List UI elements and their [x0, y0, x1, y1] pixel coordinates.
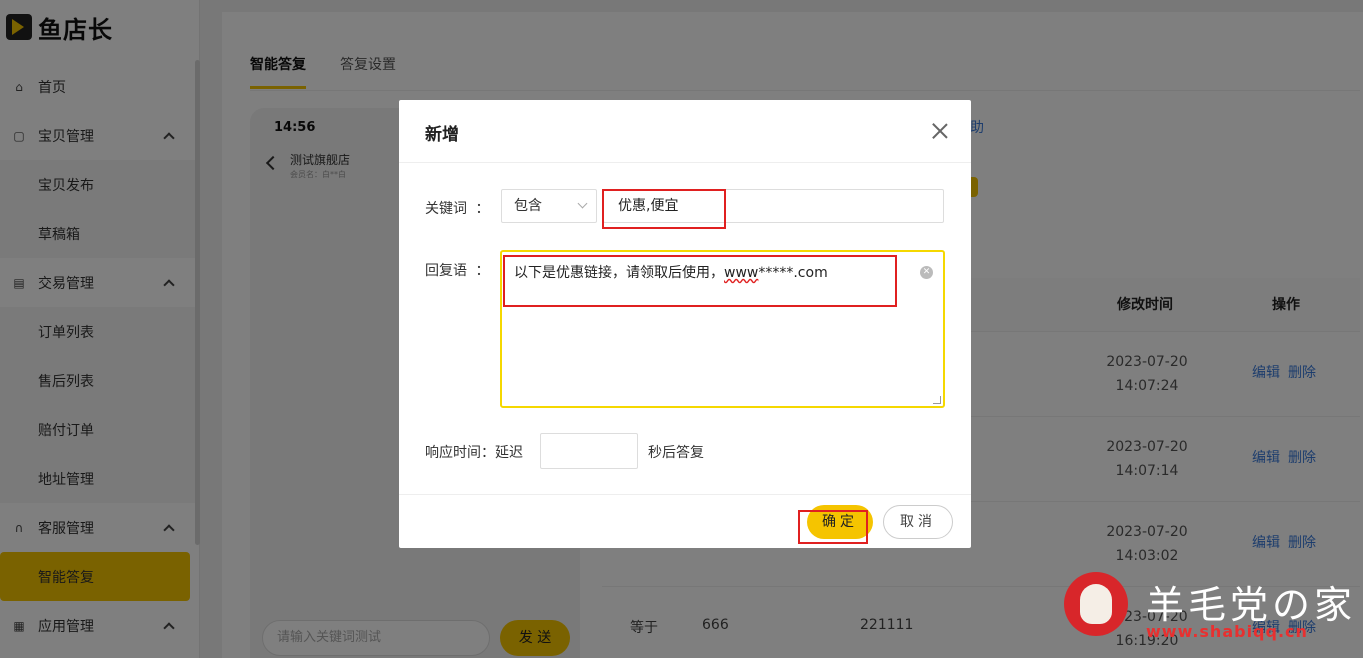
close-icon[interactable] [931, 122, 949, 140]
clear-icon[interactable]: ✕ [920, 266, 933, 279]
annotation-reply-box [503, 255, 897, 307]
watermark-text: 羊毛党の家 [1146, 583, 1357, 627]
cancel-button[interactable]: 取消 [883, 505, 953, 539]
annotation-confirm-box [798, 510, 868, 544]
match-type-select[interactable]: 包含 [501, 189, 597, 223]
dialog-title: 新增 [425, 125, 459, 145]
annotation-keyword-box [602, 189, 726, 229]
chevron-down-icon [577, 198, 588, 209]
keyword-label: 关键词 ： [425, 201, 490, 217]
watermark: 羊毛党の家 www.shabiqq.cn [1064, 570, 1363, 658]
delay-seconds-input[interactable] [540, 433, 638, 469]
add-reply-dialog: 新增 关键词 ： 包含 优惠,便宜 回复语 ： 以下是优惠链接，请领取后使用，w… [399, 100, 971, 548]
alpaca-logo-icon [1064, 572, 1128, 636]
resize-handle-icon[interactable] [933, 396, 941, 404]
response-time-label: 响应时间：延迟 [425, 445, 523, 461]
delay-suffix: 秒后答复 [648, 445, 704, 461]
footer-divider [399, 494, 971, 495]
match-type-value: 包含 [514, 198, 542, 214]
watermark-url: www.shabiqq.cn [1146, 622, 1308, 641]
reply-label: 回复语 ： [425, 263, 490, 279]
dialog-divider [399, 162, 971, 163]
